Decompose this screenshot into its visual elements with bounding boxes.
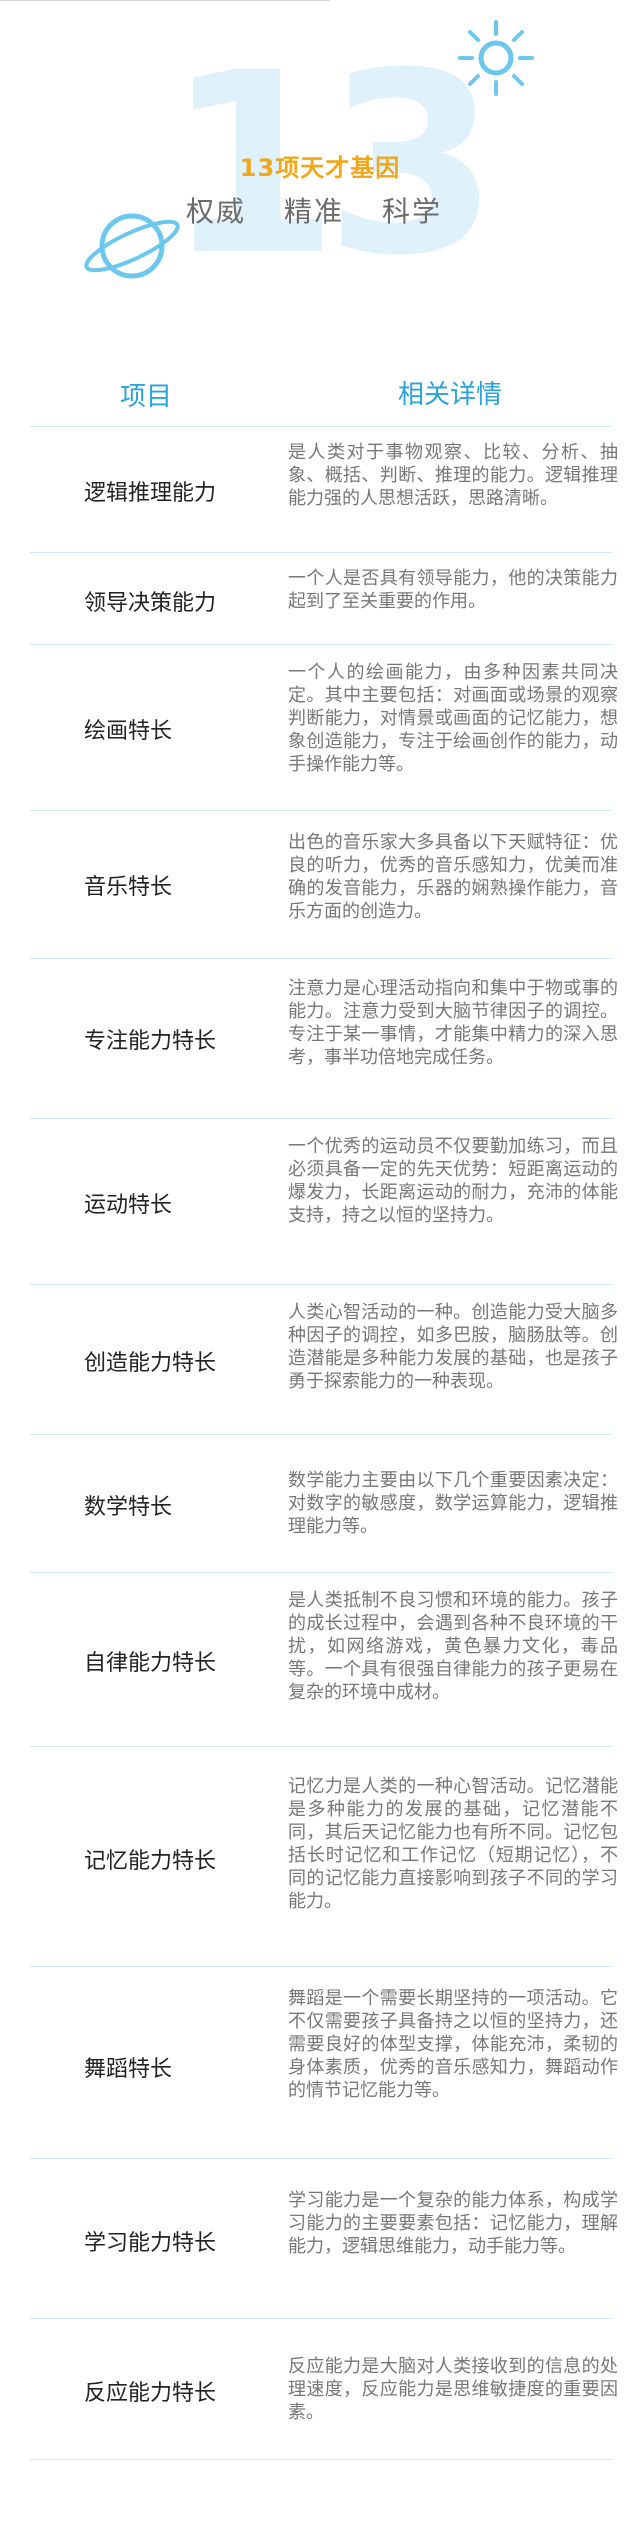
- hero-subtitle: 权威 精准 科学: [186, 190, 480, 230]
- row-name: 学习能力特长: [84, 2231, 217, 2256]
- row-name: 领导决策能力: [84, 591, 217, 616]
- row-desc: 注意力是心理活动指向和集中于物或事的能力。注意力受到大脑节律因子的调控。专注于某…: [288, 978, 618, 1068]
- table-row: 逻辑推理能力 是人类对于事物观察、比较、分析、抽象、概括、判断、推理的能力。逻辑…: [30, 426, 618, 553]
- table-row: 记忆能力特长 记忆力是人类的一种心智活动。记忆潜能是多种能力的发展的基础，记忆潜…: [30, 1746, 618, 1967]
- row-name: 专注能力特长: [84, 1029, 217, 1054]
- planet-icon: [84, 213, 180, 279]
- subtitle-word: 精准: [284, 195, 345, 228]
- table-row: 领导决策能力 一个人是否具有领导能力，他的决策能力起到了至关重要的作用。: [30, 552, 618, 645]
- hero-title: 13项天才基因: [239, 154, 401, 182]
- row-desc: 一个优秀的运动员不仅要勤加练习，而且必须具备一定的先天优势：短距离运动的爆发力，…: [288, 1136, 618, 1226]
- row-desc: 数学能力主要由以下几个重要因素决定：对数字的敏感度，数学运算能力，逻辑推理能力等…: [288, 1470, 618, 1537]
- table-header: 项目 相关详情: [0, 370, 640, 418]
- row-desc: 舞蹈是一个需要长期坚持的一项活动。它不仅需要孩子具备持之以恒的坚持力，还需要良好…: [288, 1988, 618, 2101]
- row-name: 绘画特长: [84, 719, 173, 744]
- row-desc: 记忆力是人类的一种心智活动。记忆潜能是多种能力的发展的基础，记忆潜能不同，其后天…: [288, 1776, 618, 1912]
- row-desc: 学习能力是一个复杂的能力体系，构成学习能力的主要要素包括：记忆能力，理解能力，逻…: [288, 2190, 618, 2257]
- row-name: 反应能力特长: [84, 2381, 217, 2406]
- row-name: 逻辑推理能力: [84, 481, 217, 506]
- header-detail: 相关详情: [398, 380, 503, 410]
- row-name: 创造能力特长: [84, 1351, 217, 1376]
- row-desc: 是人类抵制不良习惯和环境的能力。孩子的成长过程中，会遇到各种不良环境的干扰，如网…: [288, 1590, 618, 1703]
- row-name: 舞蹈特长: [84, 2057, 173, 2082]
- row-name: 数学特长: [84, 1495, 173, 1520]
- header-item: 项目: [120, 382, 173, 412]
- row-name: 运动特长: [84, 1193, 173, 1218]
- table-row: 舞蹈特长 舞蹈是一个需要长期坚持的一项活动。它不仅需要孩子具备持之以恒的坚持力，…: [30, 1966, 618, 2159]
- table-row: 专注能力特长 注意力是心理活动指向和集中于物或事的能力。注意力受到大脑节律因子的…: [30, 958, 618, 1119]
- row-name: 自律能力特长: [84, 1651, 217, 1676]
- table-row: 绘画特长 一个人的绘画能力，由多种因素共同决定。其中主要包括：对画面或场景的观察…: [30, 644, 618, 811]
- row-desc: 一个人是否具有领导能力，他的决策能力起到了至关重要的作用。: [288, 568, 618, 612]
- row-name: 音乐特长: [84, 875, 173, 900]
- table-row: 学习能力特长 学习能力是一个复杂的能力体系，构成学习能力的主要要素包括：记忆能力…: [30, 2158, 618, 2319]
- row-desc: 一个人的绘画能力，由多种因素共同决定。其中主要包括：对画面或场景的观察判断能力，…: [288, 662, 618, 775]
- subtitle-word: 科学: [382, 195, 443, 228]
- table-row: 反应能力特长 反应能力是大脑对人类接收到的信息的处理速度，反应能力是思维敏捷度的…: [30, 2318, 618, 2460]
- row-desc: 人类心智活动的一种。创造能力受大脑多种因子的调控，如多巴胺，脑肠肽等。创造潜能是…: [288, 1302, 618, 1392]
- row-desc: 出色的音乐家大多具备以下天赋特征：优良的听力，优秀的音乐感知力，优美而准确的发音…: [288, 832, 618, 922]
- table-row: 创造能力特长 人类心智活动的一种。创造能力受大脑多种因子的调控，如多巴胺，脑肠肽…: [30, 1284, 618, 1435]
- row-desc: 反应能力是大脑对人类接收到的信息的处理速度，反应能力是思维敏捷度的重要因素。: [288, 2356, 618, 2423]
- sun-icon: [458, 20, 534, 96]
- table-row: 运动特长 一个优秀的运动员不仅要勤加练习，而且必须具备一定的先天优势：短距离运动…: [30, 1118, 618, 1285]
- table-row: 自律能力特长 是人类抵制不良习惯和环境的能力。孩子的成长过程中，会遇到各种不良环…: [30, 1572, 618, 1747]
- table-row: 音乐特长 出色的音乐家大多具备以下天赋特征：优良的听力，优秀的音乐感知力，优美而…: [30, 810, 618, 959]
- row-desc: 是人类对于事物观察、比较、分析、抽象、概括、判断、推理的能力。逻辑推理能力强的人…: [288, 442, 618, 509]
- row-name: 记忆能力特长: [84, 1849, 217, 1874]
- table-row: 数学特长 数学能力主要由以下几个重要因素决定：对数字的敏感度，数学运算能力，逻辑…: [30, 1434, 618, 1573]
- subtitle-word: 权威: [186, 195, 247, 228]
- hero-banner: 13 13项天才基因 权威 精准 科学: [0, 0, 640, 330]
